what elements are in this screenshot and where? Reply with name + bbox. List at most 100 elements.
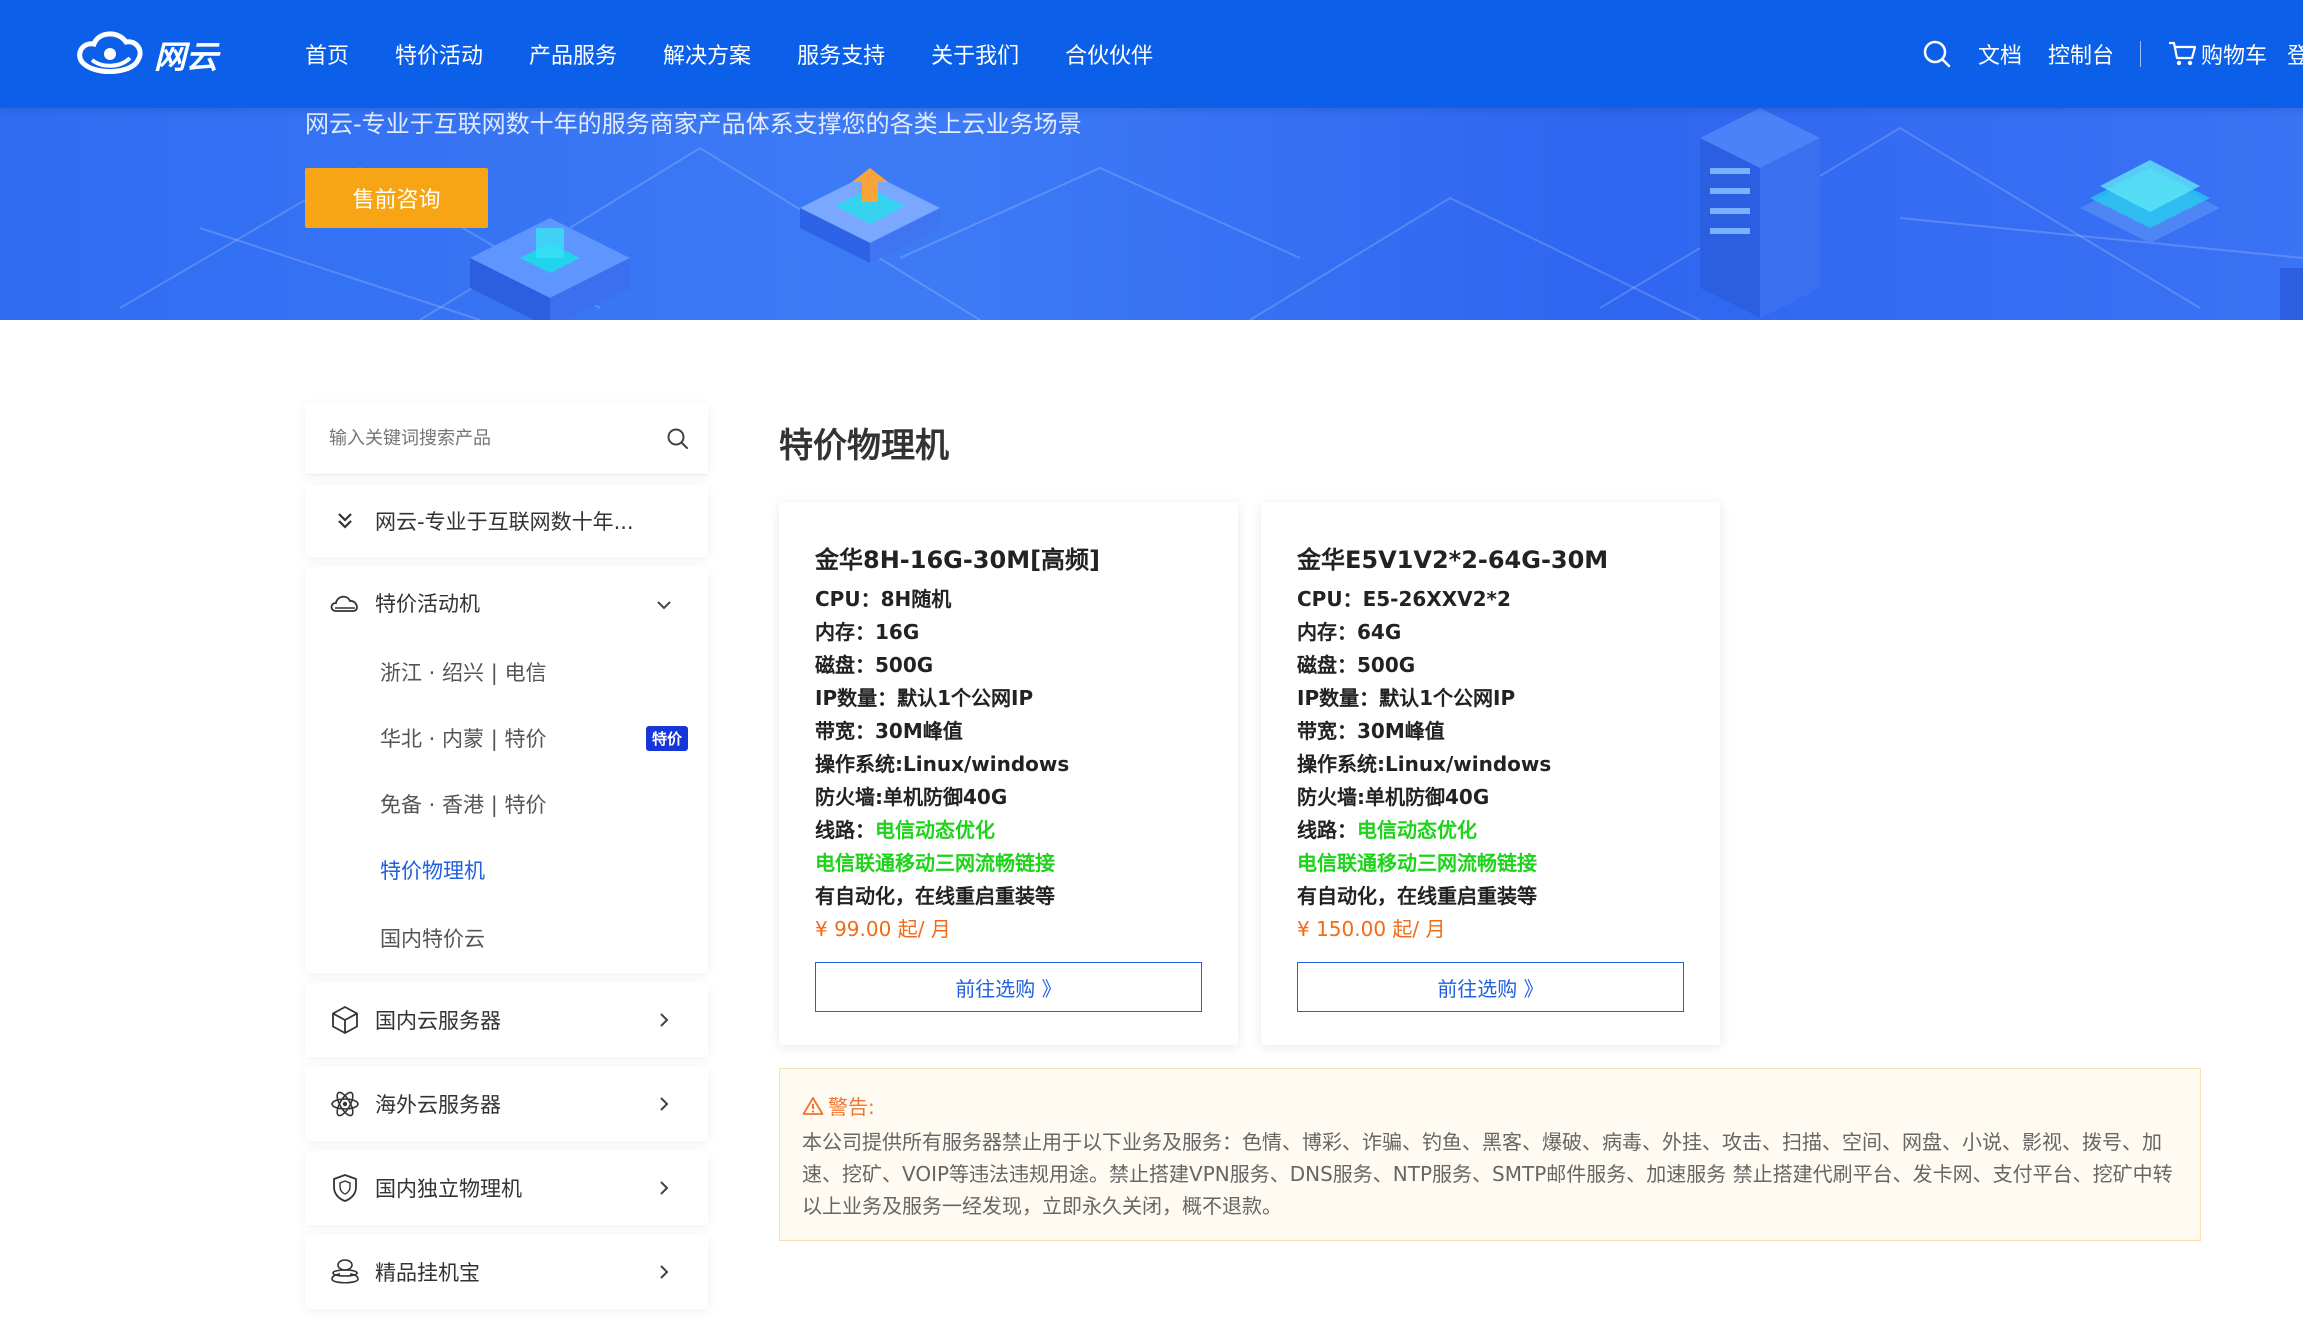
database-stack-icon: [329, 1256, 361, 1288]
spec-line: 线路：电信动态优化: [815, 814, 1202, 847]
logo-text: 网云: [154, 38, 221, 76]
product-price: ¥ 99.00 起/ 月: [815, 917, 951, 941]
spec-os: 操作系统:Linux/windows: [1297, 752, 1552, 776]
sidebar-company-item[interactable]: 网云-专业于互联网数十年...: [305, 485, 708, 557]
overseas-cloud-card: 海外云服务器: [305, 1067, 708, 1141]
promo-group-card: 特价活动机 浙江 · 绍兴 | 电信 华北 · 内蒙 | 特价 特价 免备 · …: [305, 567, 708, 973]
warning-text: 本公司提供所有服务器禁止用于以下业务及服务：色情、博彩、诈骗、钓鱼、黑客、爆破、…: [802, 1130, 2173, 1218]
sidebar-group-physical-server[interactable]: 国内独立物理机: [305, 1151, 708, 1225]
login-link[interactable]: 登: [2287, 38, 2303, 70]
sidebar-group-label: 特价活动机: [375, 592, 480, 616]
product-name: 金华8H-16G-30M[高频]: [815, 546, 1101, 574]
top-navigation-bar: 网云 首页 特价活动 产品服务 解决方案 服务支持 关于我们 合伙伙伴 文档 控…: [0, 0, 2303, 108]
spec-ip: IP数量：默认1个公网IP: [815, 686, 1034, 710]
sub-item-label: 国内特价云: [380, 927, 485, 951]
docs-link[interactable]: 文档: [1978, 38, 2022, 70]
sidebar-sub-domestic-cloud[interactable]: 国内特价云: [305, 903, 708, 973]
line-label: 线路：: [1297, 818, 1357, 842]
buy-button[interactable]: 前往选购 》: [1297, 962, 1684, 1012]
spec-bandwidth: 带宽：30M峰值: [1297, 719, 1445, 743]
banner-subtitle: 网云-专业于互联网数十年的服务商家产品体系支撑您的各类上云业务场景: [305, 110, 1082, 138]
discount-badge: 特价: [645, 726, 688, 751]
atom-icon: [329, 1088, 361, 1120]
spec-network: 电信联通移动三网流畅链接: [815, 851, 1055, 875]
chevron-right-icon: [660, 1265, 669, 1279]
console-link[interactable]: 控制台: [2048, 38, 2114, 70]
sidebar-group-domestic-cloud[interactable]: 国内云服务器: [305, 983, 708, 1057]
spec-ip: IP数量：默认1个公网IP: [1297, 686, 1516, 710]
physical-server-card: 国内独立物理机: [305, 1151, 708, 1225]
sidebar-group-label: 国内云服务器: [375, 1009, 501, 1033]
spec-firewall: 防火墙:单机防御40G: [1297, 785, 1490, 809]
product-card: 金华8H-16G-30M[高频] CPU：8H随机 内存：16G 磁盘：500G…: [779, 502, 1238, 1045]
sidebar-group-hosting[interactable]: 精品挂机宝: [305, 1235, 708, 1309]
spec-firewall: 防火墙:单机防御40G: [815, 785, 1008, 809]
chevron-right-icon: [660, 1013, 669, 1027]
search-icon[interactable]: [1922, 39, 1952, 69]
hosting-card: 精品挂机宝: [305, 1235, 708, 1309]
product-search: [305, 403, 708, 475]
spec-memory: 内存：64G: [1297, 620, 1402, 644]
cart-link[interactable]: 购物车: [2167, 38, 2267, 70]
sub-item-label: 华北 · 内蒙 | 特价: [380, 727, 547, 751]
sidebar-group-promotions[interactable]: 特价活动机: [305, 567, 708, 639]
sub-item-label: 浙江 · 绍兴 | 电信: [380, 661, 547, 685]
spec-disk: 磁盘：500G: [1297, 653, 1416, 677]
sidebar-group-label: 海外云服务器: [375, 1093, 501, 1117]
product-price: ¥ 150.00 起/ 月: [1297, 917, 1446, 941]
hero-banner: 网云-专业于互联网数十年的服务商家产品体系支撑您的各类上云业务场景 售前咨询: [0, 108, 2303, 320]
domestic-cloud-card: 国内云服务器: [305, 983, 708, 1057]
sidebar-sub-zhejiang[interactable]: 浙江 · 绍兴 | 电信: [305, 639, 708, 705]
double-chevron-down-icon: [329, 505, 361, 537]
brand-logo[interactable]: 网云: [74, 24, 234, 84]
chevron-right-icon: [660, 1097, 669, 1111]
line-label: 线路：: [815, 818, 875, 842]
nav-support[interactable]: 服务支持: [797, 38, 885, 70]
sidebar-group-overseas-cloud[interactable]: 海外云服务器: [305, 1067, 708, 1141]
sidebar-sub-physical-active[interactable]: 特价物理机: [305, 837, 708, 903]
spec-os: 操作系统:Linux/windows: [815, 752, 1070, 776]
header-divider: [2139, 41, 2141, 67]
spec-cpu: CPU：E5-26XXV2*2: [1297, 587, 1511, 611]
cart-label: 购物车: [2200, 44, 2267, 69]
line-value: 电信动态优化: [1357, 818, 1477, 842]
spec-bandwidth: 带宽：30M峰值: [815, 719, 963, 743]
product-sidebar: 网云-专业于互联网数十年... 特价活动机 浙江 · 绍兴 | 电信 华北 · …: [305, 403, 708, 1309]
buy-button[interactable]: 前往选购 》: [815, 962, 1202, 1012]
sidebar-group-label: 精品挂机宝: [375, 1261, 480, 1285]
sidebar-sub-hongkong[interactable]: 免备 · 香港 | 特价: [305, 771, 708, 837]
spec-memory: 内存：16G: [815, 620, 920, 644]
presales-consult-button[interactable]: 售前咨询: [305, 168, 488, 228]
spec-automation: 有自动化，在线重启重装等: [1297, 884, 1537, 908]
sub-item-label: 免备 · 香港 | 特价: [380, 793, 547, 817]
spec-line: 线路：电信动态优化: [1297, 814, 1684, 847]
line-value: 电信动态优化: [875, 818, 995, 842]
nav-partners[interactable]: 合伙伙伴: [1065, 38, 1153, 70]
spec-network: 电信联通移动三网流畅链接: [1297, 851, 1537, 875]
sidebar-group-label: 国内独立物理机: [375, 1177, 522, 1201]
spec-automation: 有自动化，在线重启重装等: [815, 884, 1055, 908]
product-search-input[interactable]: [327, 427, 647, 450]
cloud-icon: [329, 587, 361, 619]
chevron-down-icon: [657, 601, 671, 610]
shield-icon: [329, 1172, 361, 1204]
nav-products[interactable]: 产品服务: [529, 38, 617, 70]
nav-solutions[interactable]: 解决方案: [663, 38, 751, 70]
sub-item-label: 特价物理机: [380, 859, 485, 883]
nav-promotions[interactable]: 特价活动: [395, 38, 483, 70]
cart-icon: [2168, 41, 2197, 66]
sidebar-sub-neimeng[interactable]: 华北 · 内蒙 | 特价 特价: [305, 705, 708, 771]
chevron-right-icon: [660, 1181, 669, 1195]
spec-disk: 磁盘：500G: [815, 653, 934, 677]
nav-about[interactable]: 关于我们: [931, 38, 1019, 70]
warning-header: 警告:: [802, 1091, 2178, 1120]
search-icon[interactable]: [666, 427, 690, 451]
warning-icon: [802, 1096, 824, 1115]
warning-title: 警告:: [828, 1095, 875, 1119]
spec-cpu: CPU：8H随机: [815, 587, 952, 611]
main-nav: 首页 特价活动 产品服务 解决方案 服务支持 关于我们 合伙伙伴: [305, 0, 1199, 108]
page-title: 特价物理机: [779, 426, 949, 466]
product-name: 金华E5V1V2*2-64G-30M: [1297, 546, 1609, 574]
warning-notice: 警告: 本公司提供所有服务器禁止用于以下业务及服务：色情、博彩、诈骗、钓鱼、黑客…: [779, 1068, 2201, 1241]
nav-home[interactable]: 首页: [305, 38, 349, 70]
